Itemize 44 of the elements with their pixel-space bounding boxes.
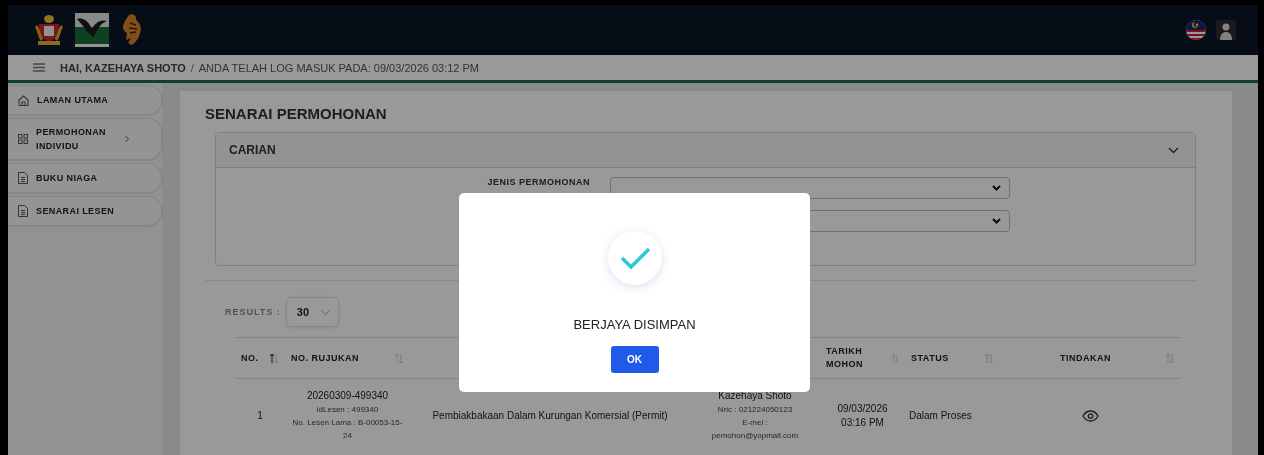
tiger-icon <box>121 13 143 47</box>
greeting-text: HAI, KAZEHAYA SHOTO <box>60 61 186 74</box>
bird-icon <box>75 13 109 47</box>
caret-icon <box>992 218 1001 224</box>
search-panel-header[interactable]: CARIAN <box>216 133 1195 168</box>
sort-icon[interactable] <box>269 352 279 364</box>
sidebar-item[interactable]: PERMOHONAN INDIVIDU <box>8 118 162 160</box>
applicant-detail: Nric : 021224050123 <box>717 404 793 416</box>
results-label: RESULTS : <box>225 307 281 317</box>
column-header[interactable]: STATUS <box>911 351 949 365</box>
grid-icon <box>18 134 28 144</box>
reference-number: 20260309-499340 <box>306 389 389 403</box>
menu-icon[interactable] <box>33 63 45 72</box>
reference-detail: idLesen : 499340 <box>316 404 379 416</box>
login-time-text: ANDA TELAH LOG MASUK PADA: 09/03/2026 03:12 PM <box>198 61 479 74</box>
home-icon <box>18 94 29 106</box>
document-icon <box>18 205 28 217</box>
reference-detail: No. Lesen Lama : B-00053-15-24 <box>292 417 403 442</box>
sidebar-item[interactable]: BUKU NIAGA <box>8 163 162 193</box>
view-icon[interactable] <box>1082 409 1099 422</box>
avatar-icon[interactable] <box>1216 20 1236 40</box>
table-cell: Pembiakbakaan Dalam Kurungan Komersial (Permit) <box>432 408 668 423</box>
flag-icon[interactable] <box>1186 20 1206 40</box>
panel-title: CARIAN <box>229 143 276 157</box>
ok-button[interactable]: OK <box>610 346 659 373</box>
column-header[interactable]: NO. <box>241 351 259 365</box>
page-title: SENARAI PERMOHONAN <box>205 105 388 122</box>
caret-icon <box>992 185 1001 191</box>
table-cell-text: 09/03/2026 03:16 PM <box>836 401 889 430</box>
sidebar-item[interactable]: LAMAN UTAMA <box>8 85 162 115</box>
sidebar-item[interactable]: SENARAI LESEN <box>8 196 162 226</box>
breadcrumb-separator: / <box>190 61 194 74</box>
dialog-message: BERJAYA DISIMPAN <box>573 317 696 332</box>
field-label: JENIS PERMOHONAN <box>487 177 590 187</box>
applicant-detail: E-mel : pemohon@yopmail.com <box>710 417 800 442</box>
results-select[interactable]: 30 <box>285 297 340 327</box>
document-icon <box>18 172 28 184</box>
crest-icon <box>35 14 63 46</box>
status-text: Dalam Proses <box>909 408 972 423</box>
table-cell: 1 <box>257 408 263 423</box>
caret-icon <box>321 309 331 315</box>
column-header[interactable]: NO. RUJUKAN <box>291 351 359 365</box>
column-header[interactable]: TINDAKAN <box>1006 351 1165 365</box>
column-header[interactable]: TARIKH MOHON <box>826 345 891 371</box>
